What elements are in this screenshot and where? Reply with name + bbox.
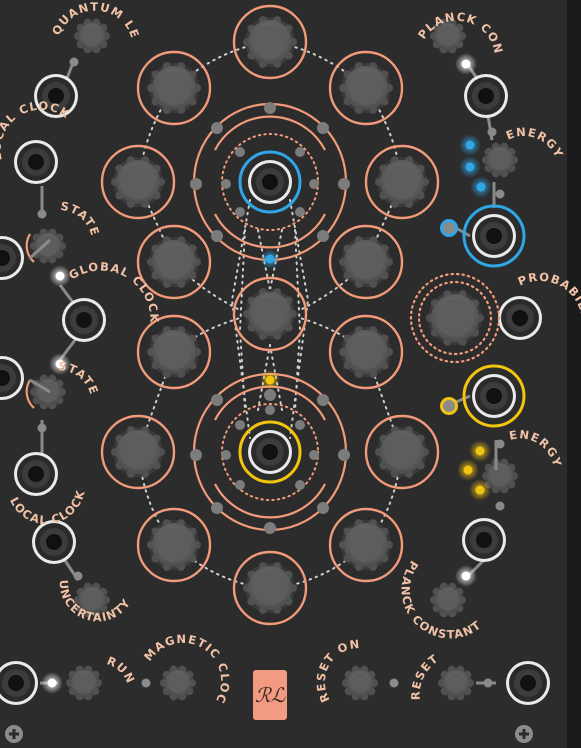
label-run: RUN xyxy=(105,654,138,687)
led-planck-top xyxy=(455,53,477,75)
planck-constant-jack-bottom[interactable] xyxy=(462,518,506,562)
plus-icon[interactable] xyxy=(515,725,533,743)
led-local-clock-bottom xyxy=(37,423,47,433)
label-energy-bottom: ENERGY xyxy=(508,427,565,469)
jack-blue-center[interactable] xyxy=(238,150,302,214)
knob-right-3[interactable] xyxy=(328,314,404,390)
label-state-top: STATE xyxy=(59,199,102,238)
knob-upper-right[interactable] xyxy=(328,50,404,126)
global-clock-jack[interactable] xyxy=(62,298,106,342)
reset-knob[interactable] xyxy=(438,665,474,701)
knob-bottom[interactable] xyxy=(232,550,308,626)
logo-text: ℛℒ xyxy=(254,683,286,707)
quantum-leap-knob[interactable] xyxy=(74,18,110,54)
led-energy-yellow-3 xyxy=(469,479,491,501)
state-jack-bottom[interactable] xyxy=(0,356,24,400)
local-clock-jack-bottom[interactable] xyxy=(14,452,58,496)
led-energy-blue-1 xyxy=(459,134,481,156)
module-panel: QUANTUM LEAP LOCAL CLOCK STATE GLOBAL CL… xyxy=(0,0,581,748)
knob-right-4[interactable] xyxy=(364,414,440,490)
run-knob[interactable] xyxy=(66,665,102,701)
led-energy-top-1 xyxy=(487,127,497,137)
energy-jack-yellow[interactable] xyxy=(462,364,526,428)
led-uncertainty xyxy=(73,571,83,581)
knob-left-4[interactable] xyxy=(100,414,176,490)
energy-knob-top[interactable] xyxy=(482,142,518,178)
energy-jack-blue[interactable] xyxy=(462,204,526,268)
led-energy-bottom-1 xyxy=(495,439,505,449)
knob-upper-left[interactable] xyxy=(136,50,212,126)
knob-lower-right[interactable] xyxy=(328,507,404,583)
plus-icon[interactable] xyxy=(5,725,23,743)
knob-right-1[interactable] xyxy=(364,144,440,220)
probability-jack[interactable] xyxy=(498,296,542,340)
planck-constant-knob-bottom[interactable] xyxy=(430,582,466,618)
run-jack[interactable] xyxy=(0,661,38,705)
uncertainty-jack[interactable] xyxy=(32,520,76,564)
planck-constant-jack-top[interactable] xyxy=(464,74,508,118)
led-reset-on-run xyxy=(389,678,399,688)
knob-right-2[interactable] xyxy=(328,224,404,300)
led-energy-blue-3 xyxy=(470,176,492,198)
led-quantum-leap xyxy=(69,57,79,67)
probability-knob[interactable] xyxy=(426,290,484,346)
led-energy-bottom-2 xyxy=(495,501,505,511)
led-magnetic-clock xyxy=(141,678,151,688)
state-jack-top[interactable] xyxy=(0,236,24,280)
led-run xyxy=(41,672,63,694)
led-global-clock xyxy=(49,265,71,287)
led-energy-top-2 xyxy=(495,189,505,199)
knob-left-1[interactable] xyxy=(100,144,176,220)
led-state-top xyxy=(37,209,47,219)
label-local-clock-bottom: LOCAL CLOCK xyxy=(7,488,88,527)
led-planck-bottom xyxy=(455,565,477,587)
led-energy-blue-2 xyxy=(459,156,481,178)
reset-on-run-knob[interactable] xyxy=(342,665,378,701)
label-quantum-leap: QUANTUM LEAP xyxy=(0,0,142,40)
local-clock-jack-top[interactable] xyxy=(14,140,58,184)
brand-logo: ℛℒ xyxy=(253,670,287,720)
state-knob-top[interactable] xyxy=(30,228,66,264)
magnetic-clock-knob[interactable] xyxy=(160,665,196,701)
reset-jack[interactable] xyxy=(506,661,550,705)
knob-left-3[interactable] xyxy=(136,314,212,390)
led-energy-yellow-2 xyxy=(457,459,479,481)
led-reset xyxy=(483,678,493,688)
label-reset: RESET xyxy=(409,651,442,700)
knob-lower-left[interactable] xyxy=(136,507,212,583)
jack-yellow-center[interactable] xyxy=(238,420,302,484)
led-energy-yellow-1 xyxy=(469,440,491,462)
module-artwork: QUANTUM LEAP LOCAL CLOCK STATE GLOBAL CL… xyxy=(0,0,581,743)
knob-top[interactable] xyxy=(232,4,308,80)
